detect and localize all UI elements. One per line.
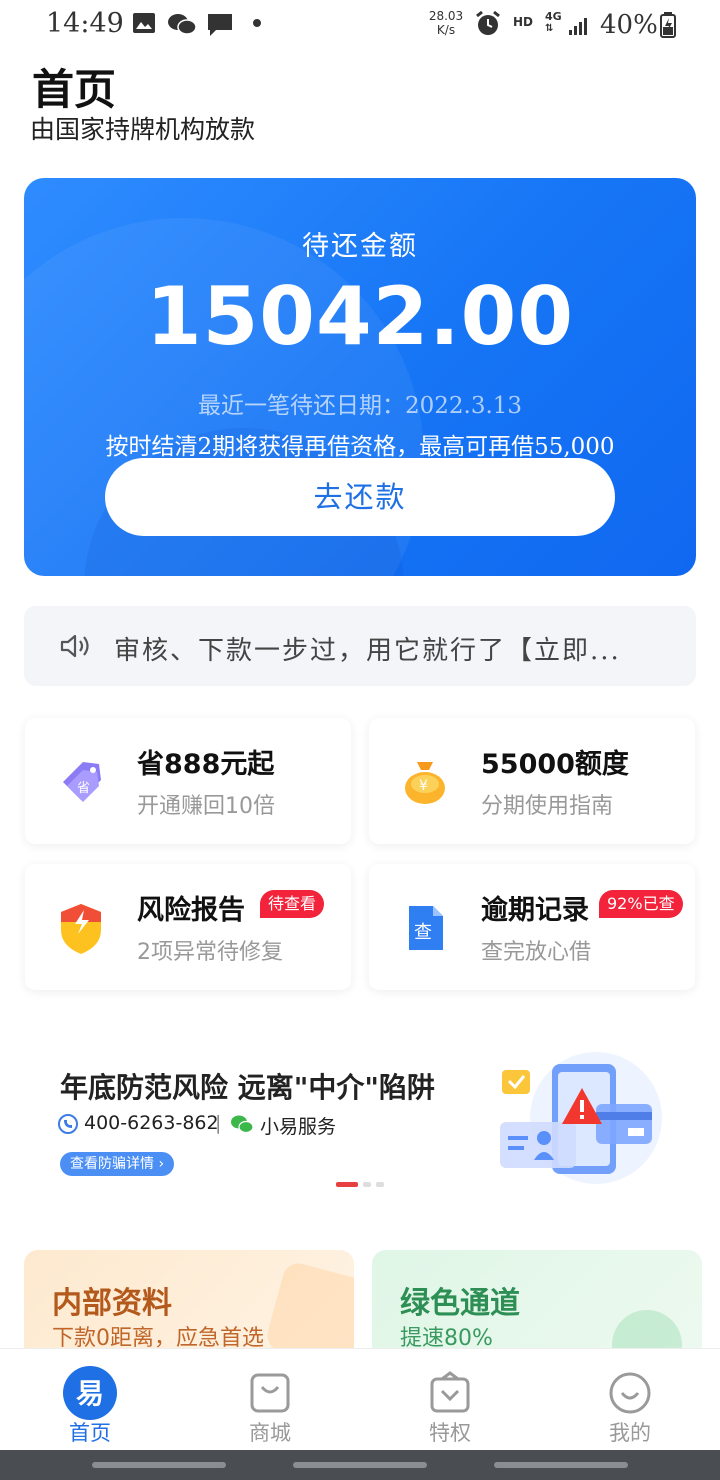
discount-tag-icon: 省 (63, 762, 101, 802)
amount-due-value: 15042.00 (145, 270, 575, 363)
speaker-icon (60, 634, 89, 658)
battery-percent: 40% (600, 10, 658, 40)
nav-item-profile[interactable]: 我的 (540, 1349, 720, 1451)
pagination-dot-active (336, 1182, 358, 1187)
view-fraud-details-link[interactable]: 查看防骗详情 › (60, 1152, 175, 1176)
feature-title: 省888元起 (137, 749, 275, 780)
notice-bar[interactable]: 审核、下款一步过，用它就行了【立即... (24, 606, 696, 686)
nav-item-home[interactable]: 易 首页 (0, 1349, 180, 1451)
security-warning-illustration (500, 1052, 662, 1184)
more-notifications-dot-icon (253, 19, 261, 27)
feature-card-overdue-record[interactable]: 查 逾期记录 92%已查 查完放心借 (369, 864, 695, 990)
shopping-bag-icon (250, 1373, 290, 1413)
gesture-handle[interactable] (293, 1462, 427, 1468)
privilege-icon (430, 1371, 470, 1413)
alarm-icon (476, 10, 500, 35)
feature-subtitle: 开通赚回10倍 (137, 794, 275, 819)
nav-label: 首页 (69, 1421, 111, 1445)
nav-label: 特权 (429, 1421, 471, 1445)
separator: | (215, 1112, 222, 1134)
hotline-number: 400-6263-862 (84, 1112, 219, 1134)
feature-title: 逾期记录 (481, 895, 589, 926)
wechat-icon (231, 1115, 254, 1134)
system-navigation-bar (0, 1450, 720, 1480)
nav-item-mall[interactable]: 商城 (180, 1349, 360, 1451)
page-title: 首页 (32, 65, 117, 114)
profile-smile-icon (609, 1372, 651, 1414)
reborrow-promo-text: 按时结清2期将获得再借资格，最高可再借55,000 (105, 434, 615, 460)
feature-card-discount[interactable]: 省 省888元起 开通赚回10倍 (25, 718, 351, 844)
pagination-dot (376, 1182, 384, 1187)
network-speed: 28.03 K/s (428, 9, 464, 37)
notice-text: 审核、下款一步过，用它就行了【立即... (114, 636, 621, 666)
amount-due-label: 待还金额 (302, 231, 418, 262)
battery-charging-icon (660, 12, 676, 38)
bottom-navigation: 易 首页 商城 特权 我的 (0, 1348, 720, 1450)
repay-button[interactable]: 去还款 (105, 458, 615, 536)
feature-subtitle: 分期使用指南 (481, 794, 614, 819)
promo-decoration (263, 1259, 354, 1360)
svg-text:查: 查 (414, 922, 432, 943)
wechat-service-name: 小易服务 (260, 1116, 337, 1138)
hd-indicator: HD (513, 15, 534, 29)
pending-review-badge: 待查看 (260, 890, 325, 918)
svg-text:省: 省 (77, 781, 90, 796)
svg-text:易: 易 (76, 1377, 104, 1410)
feature-card-risk-report[interactable]: 风险报告 待查看 2项异常待修复 (25, 864, 351, 990)
banner-title: 年底防范风险 远离"中介"陷阱 (60, 1071, 435, 1104)
feature-card-credit-limit[interactable]: ¥ 55000额度 分期使用指南 (369, 718, 695, 844)
signal-icon (569, 18, 587, 35)
nav-label: 商城 (249, 1421, 291, 1445)
feature-title: 风险报告 (137, 895, 245, 926)
network-type: 4G ⇅ (545, 10, 562, 35)
feature-subtitle: 查完放心借 (481, 940, 592, 965)
feature-title: 55000额度 (481, 749, 629, 780)
gesture-handle[interactable] (92, 1462, 226, 1468)
document-check-icon: 查 (409, 906, 443, 950)
status-bar: 14:49 28.03 K/s HD 4G ⇅ 40% (0, 0, 720, 50)
message-icon (208, 14, 232, 36)
checked-percent-badge: 92%已查 (599, 890, 683, 918)
gesture-handle[interactable] (494, 1462, 628, 1468)
page-subtitle: 由国家持牌机构放款 (30, 115, 256, 144)
money-bag-icon: ¥ (405, 762, 445, 804)
shield-alert-icon (61, 904, 101, 954)
feature-subtitle: 2项异常待修复 (137, 940, 283, 965)
nav-label: 我的 (609, 1421, 651, 1445)
status-time: 14:49 (46, 8, 124, 39)
anti-fraud-banner[interactable]: 年底防范风险 远离"中介"陷阱 400-6263-862 | 小易服务 查看防骗… (40, 1040, 680, 1200)
promo-title: 内部资料 (52, 1286, 172, 1321)
phone-icon (58, 1114, 78, 1134)
svg-text:¥: ¥ (419, 778, 428, 794)
promo-card-green-channel[interactable]: 绿色通道 提速80% (372, 1250, 702, 1360)
wechat-notification-icon (168, 14, 197, 35)
promo-title: 绿色通道 (400, 1286, 520, 1321)
promo-card-internal-info[interactable]: 内部资料 下款0距离，应急首选 (24, 1250, 354, 1360)
due-date-text: 最近一笔待还日期：2022.3.13 (197, 393, 523, 419)
pagination-dot (363, 1182, 371, 1187)
nav-item-privilege[interactable]: 特权 (360, 1349, 540, 1451)
gallery-icon (133, 13, 155, 33)
home-logo-icon: 易 (63, 1366, 117, 1420)
loan-summary-card: 待还金额 15042.00 最近一笔待还日期：2022.3.13 按时结清2期将… (24, 178, 696, 576)
